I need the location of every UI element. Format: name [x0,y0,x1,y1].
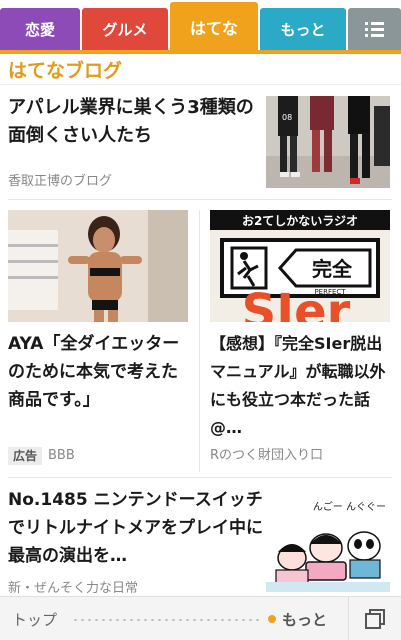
book-cover-top-text: お2てしかないラジオ [242,214,358,228]
ad-sponsor[interactable]: BBB [48,447,75,465]
article-3-source[interactable]: Rのつく財団入り口 [210,447,323,465]
article-1-source[interactable]: 香取正博のブログ [8,170,112,189]
category-tabs: 恋愛 グルメ はてな もっと [0,0,401,54]
tab-love-label: 恋愛 [24,20,55,39]
section-title: はてなブログ [8,60,123,82]
book-cover-big-text: SIer [242,284,351,322]
article-3-title[interactable]: 【感想】『完全SIer脱出マニュアル』が転職以外にも役立つ本だった話@… [210,330,394,442]
page-indicator-dots [72,619,262,621]
tabs-icon [365,609,385,629]
tab-love[interactable]: 恋愛 [0,8,80,50]
tab-hatena[interactable]: はてな [170,2,258,52]
list-menu-icon [365,21,384,37]
article-2-title[interactable]: AYA「全ダイエッターのために本気で考えた商品です。」 [8,330,192,414]
article-4-source[interactable]: 新・ぜんそく力な日常 [8,577,138,596]
section-divider [0,84,401,85]
article-divider [8,199,392,200]
svg-text:08: 08 [282,113,292,122]
tab-gourmet-label: グルメ [102,20,148,39]
article-2-thumbnail[interactable] [8,210,188,322]
active-tab-strip [0,50,401,54]
article-divider-2 [8,477,392,478]
tab-more[interactable]: もっと [260,8,346,50]
article-4-title[interactable]: No.1485 ニンテンドースイッチでリトルナイトメアをプレイ中に最高の演出を… [8,486,276,570]
bottom-nav-bar: トップ もっと [0,596,401,640]
article-1-title[interactable]: アパレル業界に巣くう3種類の面倒くさい人たち [8,94,258,150]
article-4-thumbnail[interactable]: んごー んぐぐー [266,496,390,592]
tab-gourmet[interactable]: グルメ [82,8,168,50]
page-indicator-active-dot [268,615,276,623]
ad-badge: 広告 [8,447,43,465]
article-3-thumbnail[interactable]: お2てしかないラジオ 完全 PERFECT SIer [210,210,390,322]
tab-more-label: もっと [280,20,326,39]
book-cover-sign-text: 完全 [312,257,353,281]
tab-menu-button[interactable] [348,8,401,50]
tabs-button[interactable] [348,597,401,640]
nav-more-link[interactable]: もっと [282,609,327,630]
tab-hatena-label: はてな [189,19,238,38]
manga-speech-text: んごー んぐぐー [313,500,386,513]
nav-top-link[interactable]: トップ [12,609,57,630]
grid-divider [199,210,200,472]
article-1-thumbnail[interactable]: 08 [266,96,390,188]
